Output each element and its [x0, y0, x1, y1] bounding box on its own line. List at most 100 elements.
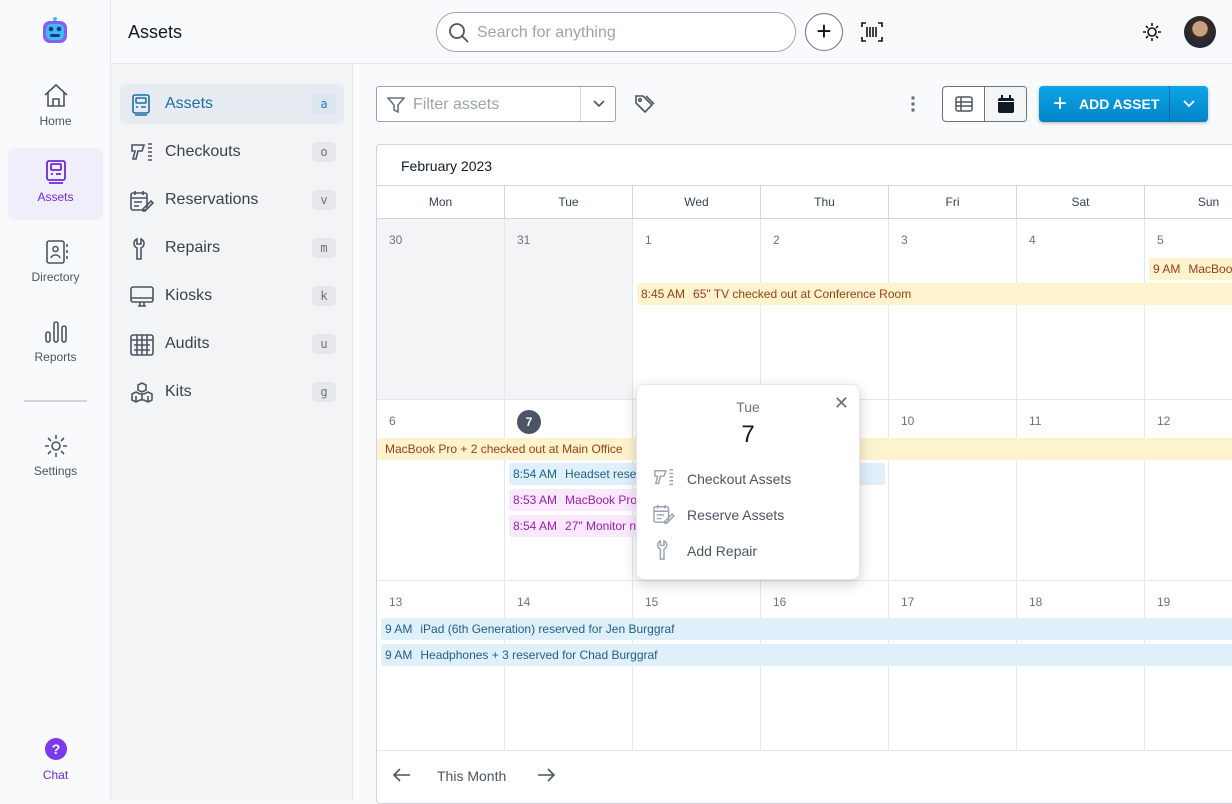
day-number: 3 — [901, 233, 908, 247]
sidebar-item-audits[interactable]: Audits u — [120, 324, 344, 364]
assets-sidebar: Assets a Checkouts o Reservations v Repairs… — [111, 64, 353, 800]
day-cell[interactable]: 6 — [377, 400, 505, 581]
theme-toggle-icon[interactable] — [1142, 22, 1162, 42]
add-asset-split-button: + ADD ASSET — [1039, 86, 1208, 122]
popover-weekday: Tue — [736, 399, 760, 415]
day-cell[interactable]: 15 — [633, 581, 761, 751]
day-cell[interactable]: 19 — [1145, 581, 1232, 751]
sidebar-item-repairs[interactable]: Repairs m — [120, 228, 344, 268]
day-popover: Tue 7 ✕ Checkout Assets Reserve Assets A… — [636, 384, 860, 580]
filter-assets-input[interactable]: Filter assets — [376, 86, 616, 122]
day-number: 12 — [1157, 414, 1171, 428]
plus-icon: + — [1053, 90, 1068, 117]
day-cell[interactable]: 17 — [889, 581, 1017, 751]
sidebar-item-reservations[interactable]: Reservations v — [120, 180, 344, 220]
reports-icon — [44, 321, 67, 343]
more-options-icon[interactable] — [910, 95, 916, 113]
quick-add-button[interactable]: + — [805, 13, 843, 51]
day-cell[interactable]: 2 — [761, 219, 889, 400]
day-number: 17 — [901, 595, 915, 609]
checkout-assets-action[interactable]: Checkout Assets — [653, 469, 843, 491]
top-bar: Assets Search for anything + — [111, 0, 1232, 64]
weekday-sat: Sat — [1017, 186, 1145, 218]
popover-day: 7 — [741, 421, 755, 448]
arrow-left-icon[interactable] — [393, 768, 411, 782]
svg-text:?: ? — [51, 741, 60, 757]
close-icon[interactable]: ✕ — [834, 393, 849, 414]
weekday-sun: Sun — [1145, 186, 1232, 218]
day-cell[interactable]: 13 — [377, 581, 505, 751]
day-cell[interactable]: 31 — [505, 219, 633, 400]
add-asset-menu-button[interactable] — [1169, 86, 1208, 122]
day-cell[interactable]: 18 — [1017, 581, 1145, 751]
add-asset-button[interactable]: + ADD ASSET — [1039, 86, 1169, 122]
filter-dropdown-button[interactable] — [580, 87, 615, 121]
rail-item-reports[interactable]: Reports — [8, 308, 103, 380]
table-icon — [955, 96, 973, 112]
day-number: 30 — [389, 233, 403, 247]
day-cell[interactable]: 1 — [633, 219, 761, 400]
day-number: 15 — [645, 595, 659, 609]
day-number: 16 — [773, 595, 787, 609]
day-number: 19 — [1157, 595, 1171, 609]
rail-item-chat[interactable]: ? Chat — [8, 726, 103, 798]
day-number: 6 — [389, 414, 396, 428]
search-input[interactable]: Search for anything — [436, 12, 796, 52]
boxes-icon — [131, 382, 153, 403]
day-number: 4 — [1029, 233, 1036, 247]
calendar-icon — [998, 95, 1014, 113]
event-repair[interactable]: 8:54 AM27" Monitor needs repair — [509, 515, 639, 537]
day-cell[interactable]: 14 — [505, 581, 633, 751]
calendar-edit-icon — [130, 191, 154, 212]
reserve-assets-action[interactable]: Reserve Assets — [653, 504, 843, 527]
rail-item-assets[interactable]: Assets — [8, 148, 103, 220]
calendar-view-button[interactable] — [986, 87, 1026, 121]
arrow-right-icon[interactable] — [537, 768, 555, 782]
barcode-scan-icon[interactable] — [861, 22, 883, 42]
checkout-scanner-icon — [131, 143, 152, 161]
page-title: Assets — [128, 22, 183, 42]
day-cell[interactable]: 5 — [1145, 219, 1232, 400]
event-reservation[interactable]: 9 AM iPad (6th Generation) reserved for J… — [381, 618, 1232, 640]
sidebar-item-kiosks[interactable]: Kiosks k — [120, 276, 344, 316]
home-icon — [43, 83, 68, 107]
day-cell[interactable]: 11 — [1017, 400, 1145, 581]
checkout-scanner-icon — [654, 469, 674, 486]
day-number: 31 — [517, 233, 531, 247]
rail-item-home[interactable]: Home — [8, 72, 103, 144]
day-number: 2 — [773, 233, 780, 247]
sidebar-item-checkouts[interactable]: Checkouts o — [120, 132, 344, 172]
day-cell[interactable]: 30 — [377, 219, 505, 400]
tags-icon[interactable] — [634, 94, 656, 114]
weekday-header: Mon Tue Wed Thu Fri Sat Sun — [377, 185, 1232, 219]
day-number: 13 — [389, 595, 403, 609]
search-icon — [449, 23, 469, 43]
this-month-button[interactable]: This Month — [437, 768, 506, 784]
event-repair[interactable]: 8:53 AMMacBook Pro needs repair — [509, 489, 639, 511]
event-reservation[interactable]: 9 AM Headphones + 3 reserved for Chad Bur… — [381, 644, 1232, 666]
sidebar-item-kits[interactable]: Kits g — [120, 372, 344, 412]
day-cell[interactable]: 4 — [1017, 219, 1145, 400]
user-avatar[interactable] — [1184, 16, 1216, 48]
event-checkout[interactable]: 8:45 AM 65" TV checked out at Conference … — [637, 283, 1232, 305]
monitor-icon — [130, 286, 154, 307]
day-cell[interactable]: 10 — [889, 400, 1017, 581]
chevron-down-icon — [1183, 100, 1195, 108]
rail-item-settings[interactable]: Settings — [8, 422, 103, 494]
day-cell[interactable]: 16 — [761, 581, 889, 751]
calendar-edit-icon — [653, 504, 675, 524]
calendar-footer: This Month — [377, 750, 1232, 800]
day-cell[interactable]: 3 — [889, 219, 1017, 400]
app-rail: Home Assets Directory Reports Settings ?… — [0, 0, 111, 800]
day-number: 14 — [517, 595, 531, 609]
event-checkout[interactable]: 9 AMMacBook Pro checked out — [1149, 258, 1232, 280]
day-cell[interactable]: 12 — [1145, 400, 1232, 581]
weekday-mon: Mon — [377, 186, 505, 218]
weekday-wed: Wed — [633, 186, 761, 218]
table-view-button[interactable] — [943, 87, 985, 121]
sidebar-item-assets[interactable]: Assets a — [120, 84, 344, 124]
rail-item-directory[interactable]: Directory — [8, 228, 103, 300]
weekday-tue: Tue — [505, 186, 633, 218]
add-repair-action[interactable]: Add Repair — [653, 540, 843, 563]
rail-divider — [24, 400, 87, 402]
